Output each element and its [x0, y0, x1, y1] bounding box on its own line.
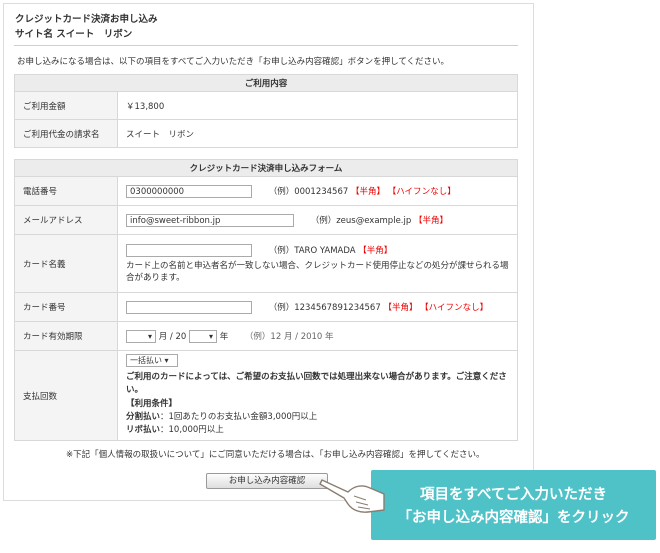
phone-label: 電話番号 [14, 176, 118, 206]
phone-tag-halfwidth: 【半角】 [351, 186, 386, 197]
expiry-year-select[interactable]: ▾ [189, 329, 217, 343]
privacy-note: ※下記「個人情報の取扱いについて」にご同意いただける場合は、「お申し込み内容確認… [66, 450, 485, 460]
amount-label: ご利用金額 [14, 91, 118, 120]
phone-input[interactable]: 0300000000 [126, 184, 252, 198]
divider [14, 45, 518, 46]
site-name: サイト名 スイート リボン [15, 29, 133, 40]
expiry-label: カード有効期限 [14, 321, 118, 351]
chevron-down-icon: ▾ [164, 356, 169, 365]
card-number-tag-halfwidth: 【半角】 [383, 302, 418, 313]
intro-text: お申し込みになる場合は、以下の項目をすべてご入力いただき「お申し込み内容確認」ボ… [17, 57, 450, 67]
page-title: クレジットカード決済お申し込み サイト名 スイート リボン [15, 12, 158, 42]
installment-label: 分割払い [126, 412, 161, 422]
chevron-down-icon: ▾ [208, 331, 213, 341]
email-input[interactable]: info@sweet-ribbon.jp [126, 213, 294, 227]
payment-count-label: 支払回数 [14, 350, 118, 441]
payment-form-table: クレジットカード決済申し込みフォーム 電話番号 0300000000 （例）00… [14, 159, 518, 441]
email-example: （例）zeus@example.jp [310, 215, 412, 226]
expiry-example: （例）12 月 / 2010 年 [244, 331, 334, 342]
card-name-note: カード上の名前と申込者名が一致しない場合、クレジットカード使用停止などの処分が課… [126, 260, 509, 283]
card-name-label: カード名義 [14, 234, 118, 293]
card-name-example: （例）TARO YAMADA [268, 245, 356, 256]
card-number-example: （例）1234567891234567 [268, 302, 381, 313]
card-number-input[interactable] [126, 300, 252, 314]
card-name-tag-halfwidth: 【半角】 [358, 245, 393, 256]
billing-name-label: ご利用代金の請求名 [14, 119, 118, 148]
card-number-tag-nohyphen: 【ハイフンなし】 [420, 302, 489, 313]
callout-line-1: 項目をすべてご入力いただき [420, 487, 607, 503]
phone-tag-nohyphen: 【ハイフンなし】 [387, 186, 456, 197]
payment-count-value: 一括払い [130, 356, 162, 365]
conditions-title: 【利用条件】 [126, 399, 178, 409]
confirm-button[interactable]: お申し込み内容確認 [206, 473, 328, 489]
title-line-1: クレジットカード決済お申し込み [15, 14, 158, 25]
email-tag-halfwidth: 【半角】 [413, 215, 448, 226]
expiry-month-separator: 月 / 20 [158, 331, 187, 342]
callout-line-2: 「お申し込み内容確認」をクリック [397, 510, 630, 526]
card-number-label: カード番号 [14, 292, 118, 322]
email-label: メールアドレス [14, 205, 118, 235]
card-name-input[interactable] [126, 243, 252, 257]
payment-warning: ご利用のカードによっては、ご希望のお支払い回数では処理出来ない場合があります。ご… [126, 372, 507, 395]
phone-example: （例）0001234567 [268, 186, 349, 197]
form-heading: クレジットカード決済申し込みフォーム [14, 159, 518, 177]
billing-name-value: スイート リボン [117, 119, 518, 148]
payment-count-select[interactable]: 一括払い ▾ [126, 354, 178, 367]
condition-installment: 分割払い：1回あたりのお支払い金額3,000円以上 [126, 411, 517, 424]
revolving-label: リボ払い [126, 425, 161, 435]
pointing-hand-icon [319, 479, 385, 513]
condition-revolving: リボ払い：10,000円以上 [126, 424, 517, 437]
amount-value: ￥13,800 [117, 91, 518, 120]
instruction-callout: 項目をすべてご入力いただき 「お申し込み内容確認」をクリック [371, 470, 656, 540]
usage-heading: ご利用内容 [14, 74, 518, 92]
usage-table: ご利用内容 ご利用金額 ￥13,800 ご利用代金の請求名 スイート リボン [14, 74, 518, 148]
expiry-month-select[interactable]: ▾ [126, 329, 156, 343]
expiry-year-suffix: 年 [219, 331, 229, 342]
revolving-text: ：10,000円以上 [160, 425, 224, 435]
chevron-down-icon: ▾ [147, 331, 152, 341]
installment-text: ：1回あたりのお支払い金額3,000円以上 [160, 412, 318, 422]
